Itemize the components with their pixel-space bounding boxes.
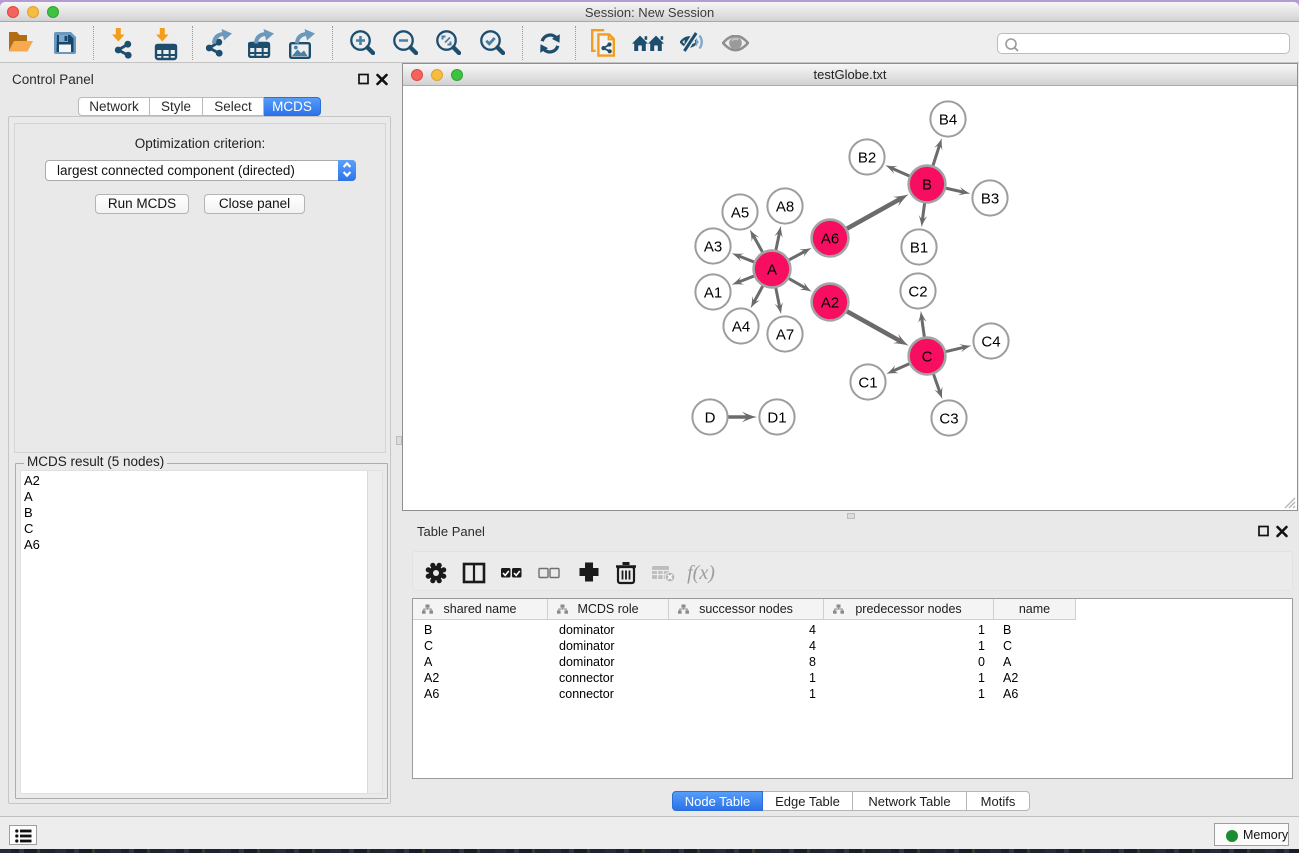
svg-text:A5: A5	[731, 204, 749, 221]
svg-text:f(x): f(x)	[687, 562, 715, 584]
svg-text:C3: C3	[939, 410, 958, 427]
svg-text:A7: A7	[776, 326, 794, 343]
svg-text:A1: A1	[704, 284, 722, 301]
svg-text:A2: A2	[821, 294, 839, 311]
svg-text:C: C	[922, 348, 933, 365]
svg-text:C4: C4	[981, 333, 1000, 350]
svg-text:B1: B1	[910, 239, 928, 256]
svg-text:B: B	[922, 176, 932, 193]
svg-text:B3: B3	[981, 190, 999, 207]
svg-text:A4: A4	[732, 318, 750, 335]
svg-text:C2: C2	[908, 283, 927, 300]
svg-text:A: A	[767, 261, 777, 278]
svg-text:D: D	[705, 409, 716, 426]
svg-text:C1: C1	[858, 374, 877, 391]
svg-text:A3: A3	[704, 238, 722, 255]
svg-text:B2: B2	[858, 149, 876, 166]
svg-text:A6: A6	[821, 230, 839, 247]
svg-text:A8: A8	[776, 198, 794, 215]
svg-text:D1: D1	[767, 409, 786, 426]
svg-text:B4: B4	[939, 111, 957, 128]
